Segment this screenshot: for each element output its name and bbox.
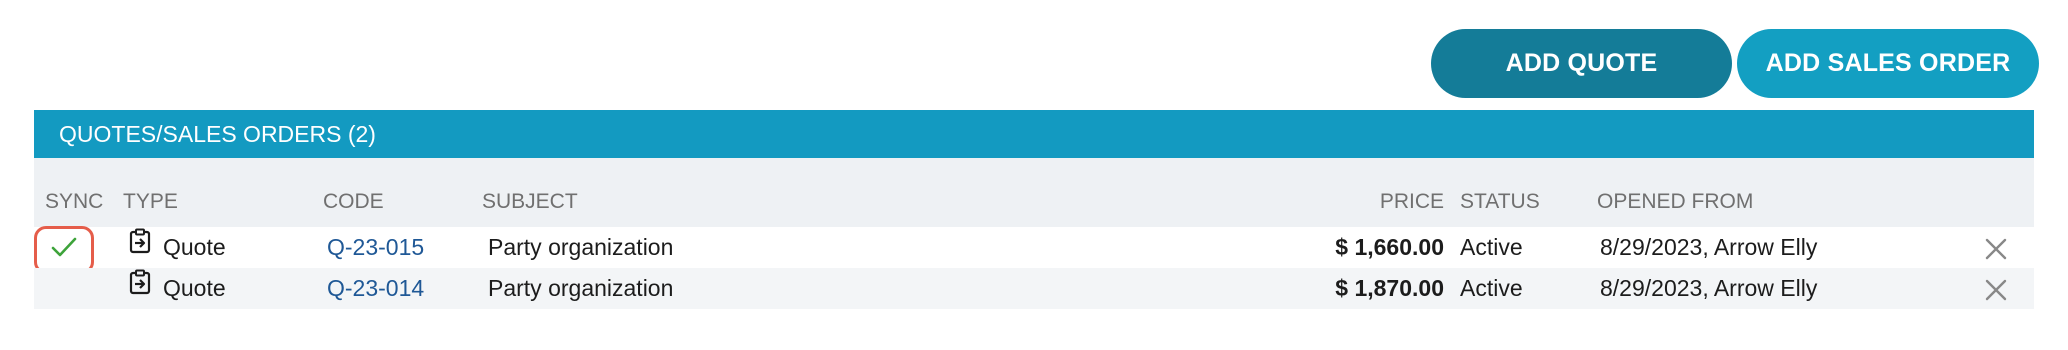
column-header-price: PRICE <box>1379 190 1444 213</box>
subject: Party organization <box>488 234 674 260</box>
toolbar: ADD QUOTE ADD SALES ORDER <box>1431 29 2039 98</box>
clipboard-arrow-icon <box>129 226 151 267</box>
close-icon <box>1985 275 2007 301</box>
status: Active <box>1460 234 1523 260</box>
add-sales-order-button[interactable]: ADD SALES ORDER <box>1737 29 2039 98</box>
opened-from: 8/29/2023, Arrow Elly <box>1600 234 1818 260</box>
check-icon <box>51 230 77 271</box>
close-icon <box>1985 234 2007 260</box>
table-header: SYNC TYPE CODE SUBJECT PRICE STATUS OPEN… <box>34 158 2034 227</box>
type-label: Quote <box>163 234 226 260</box>
opened-from: 8/29/2023, Arrow Elly <box>1600 275 1818 301</box>
type-cell: Quote <box>129 227 226 269</box>
quote-code-link[interactable]: Q-23-014 <box>327 268 424 309</box>
price: $ 1,870.00 <box>1335 275 1444 301</box>
sync-indicator[interactable] <box>34 226 94 274</box>
quote-code-link[interactable]: Q-23-015 <box>327 227 424 268</box>
column-header-type: TYPE <box>123 190 178 213</box>
column-header-status: STATUS <box>1460 190 1540 213</box>
add-quote-button[interactable]: ADD QUOTE <box>1431 29 1732 98</box>
price: $ 1,660.00 <box>1335 234 1444 260</box>
clipboard-arrow-icon <box>129 267 151 308</box>
quotes-sales-orders-panel: QUOTES/SALES ORDERS (2) SYNC TYPE CODE S… <box>34 110 2034 309</box>
subject: Party organization <box>488 275 674 301</box>
column-header-sync: SYNC <box>45 190 104 213</box>
status: Active <box>1460 275 1523 301</box>
table-row[interactable]: Quote Q-23-015 Party organization $ 1,66… <box>34 226 2034 274</box>
column-header-code: CODE <box>323 190 384 213</box>
table-row[interactable]: Quote Q-23-014 Party organization $ 1,87… <box>34 268 2034 309</box>
remove-row-button[interactable] <box>1985 268 2007 309</box>
column-header-subject: SUBJECT <box>482 190 578 213</box>
type-cell: Quote <box>129 268 226 310</box>
type-label: Quote <box>163 275 226 301</box>
column-header-opened-from: OPENED FROM <box>1597 190 1754 213</box>
panel-title: QUOTES/SALES ORDERS (2) <box>34 110 2034 158</box>
remove-row-button[interactable] <box>1985 227 2007 268</box>
